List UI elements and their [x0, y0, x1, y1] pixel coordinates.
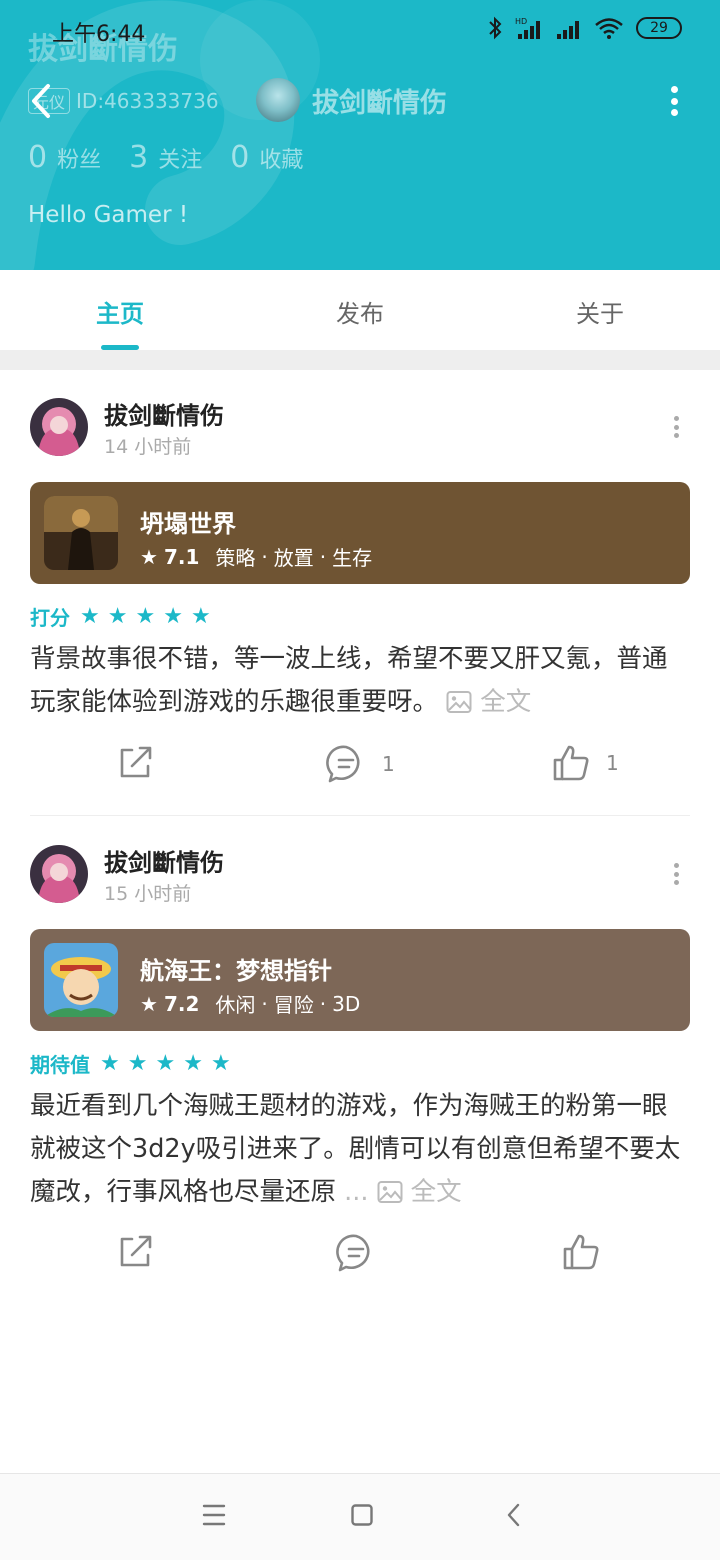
tab-publish[interactable]: 发布 — [240, 270, 480, 350]
star-icon: ★ — [183, 1050, 203, 1076]
star-icon: ★ — [100, 1050, 120, 1076]
game-tag: 冒险 — [273, 993, 314, 1017]
post-more-icon[interactable] — [672, 863, 680, 885]
like-button[interactable] — [562, 1233, 616, 1271]
stat-fans[interactable]: 0 粉丝 — [28, 140, 101, 175]
menu-icon[interactable] — [202, 1502, 226, 1528]
share-button[interactable] — [116, 1233, 154, 1271]
share-icon — [120, 1235, 152, 1267]
share-button[interactable] — [116, 744, 154, 782]
post-actions: 1 1 — [0, 744, 720, 794]
star-icon: ★ — [127, 1050, 148, 1076]
like-count: 1 — [606, 751, 619, 775]
post-card: 拔剑斷情伤 15 小时前 航海王：梦想指针 ★ 7.2 休闲 · 冒险 · 3D… — [0, 817, 720, 1297]
game-tag: 策略 — [215, 546, 256, 570]
post-time: 15 小时前 — [104, 883, 192, 905]
rating-label: 期待值 — [30, 1053, 90, 1077]
back-arrow-icon[interactable] — [26, 82, 58, 120]
stat-following[interactable]: 3 关注 — [129, 140, 202, 175]
post-username[interactable]: 拔剑斷情伤 — [104, 843, 224, 878]
image-icon — [446, 691, 472, 713]
id-text: ID:463333736 — [76, 89, 219, 113]
comment-count: 1 — [382, 752, 395, 776]
rating-label: 打分 — [30, 606, 70, 630]
game-name: 坍塌世界 — [140, 510, 236, 538]
header-user: 拔剑斷情伤 — [256, 78, 447, 122]
signal-hd-icon: HD — [515, 17, 540, 39]
bluetooth-icon — [489, 16, 502, 40]
post-content[interactable]: 背景故事很不错，等一波上线，希望不要又肝又氪，普通玩家能体验到游戏的乐趣很重要呀… — [30, 638, 690, 724]
game-meta: ★ 7.2 休闲 · 冒险 · 3D — [140, 989, 360, 1018]
game-icon — [44, 943, 118, 1017]
game-tag: 休闲 — [215, 993, 256, 1017]
full-text-link[interactable]: ... 全文 — [344, 1177, 462, 1207]
header-username: 拔剑斷情伤 — [312, 87, 447, 119]
star-icon: ★ — [140, 991, 158, 1016]
comment-icon — [336, 1234, 370, 1272]
more-options-icon[interactable] — [668, 86, 680, 116]
game-name: 航海王：梦想指针 — [140, 957, 332, 985]
system-nav-bar — [0, 1473, 720, 1560]
user-bio: Hello Gamer ! — [28, 202, 189, 228]
status-icons: HD 29 — [488, 16, 682, 40]
game-card[interactable]: 坍塌世界 ★ 7.1 策略 · 放置 · 生存 — [30, 482, 690, 584]
star-icon: ★ — [135, 603, 156, 629]
star-icon: ★ — [80, 603, 100, 629]
header-avatar — [256, 78, 300, 122]
star-icon: ★ — [210, 1050, 231, 1076]
post-card: 拔剑斷情伤 14 小时前 坍塌世界 ★ 7.1 策略 · 放置 · 生存 打分 … — [0, 370, 720, 816]
rating-row: 打分 ★ ★ ★ ★ ★ — [30, 602, 211, 631]
like-button[interactable]: 1 — [552, 744, 619, 782]
status-time: 上午6:44 — [52, 22, 146, 47]
profile-header: 拔剑斷情伤 上午6:44 HD 29 元仪 ID:463333736 拔剑斷情伤… — [0, 0, 720, 270]
post-content[interactable]: 最近看到几个海贼王题材的游戏，作为海贼王的粉第一眼就被这个3d2y吸引进来了。剧… — [30, 1085, 690, 1214]
post-username[interactable]: 拔剑斷情伤 — [104, 396, 224, 431]
wifi-icon — [595, 18, 623, 39]
star-icon: ★ — [140, 544, 158, 569]
user-avatar[interactable] — [30, 845, 88, 903]
game-tag: 生存 — [332, 546, 373, 570]
full-text-link[interactable]: 全文 — [446, 687, 531, 717]
tab-home[interactable]: 主页 — [0, 270, 240, 350]
user-avatar[interactable] — [30, 398, 88, 456]
game-tag: 3D — [332, 991, 361, 1016]
comment-icon — [326, 745, 360, 783]
star-icon: ★ — [107, 603, 128, 629]
post-time: 14 小时前 — [104, 436, 192, 458]
star-icon: ★ — [155, 1050, 176, 1076]
comment-button[interactable] — [336, 1233, 392, 1273]
post-text: 背景故事很不错，等一波上线，希望不要又肝又氪，普通玩家能体验到游戏的乐趣很重要呀… — [30, 644, 668, 717]
user-stats: 0 粉丝 3 关注 0 收藏 — [28, 140, 303, 175]
game-icon — [44, 496, 118, 570]
game-score: 7.2 — [163, 991, 200, 1016]
post-actions — [0, 1233, 720, 1283]
stat-favorites[interactable]: 0 收藏 — [230, 140, 303, 175]
thumbs-up-icon — [553, 745, 589, 781]
rating-row: 期待值 ★ ★ ★ ★ ★ — [30, 1049, 231, 1078]
post-more-icon[interactable] — [672, 416, 680, 438]
game-tag: 放置 — [273, 546, 314, 570]
thumbs-up-icon — [563, 1234, 599, 1270]
back-icon[interactable] — [502, 1502, 526, 1528]
svg-text:HD: HD — [515, 17, 527, 26]
signal-icon — [557, 21, 579, 39]
share-icon — [120, 746, 152, 778]
game-meta: ★ 7.1 策略 · 放置 · 生存 — [140, 542, 372, 571]
ellipsis: ... — [344, 1177, 369, 1207]
section-separator — [0, 350, 720, 370]
star-icon: ★ — [190, 603, 211, 629]
game-score: 7.1 — [163, 544, 200, 569]
game-card[interactable]: 航海王：梦想指针 ★ 7.2 休闲 · 冒险 · 3D — [30, 929, 690, 1031]
tab-bar: 主页 发布 关于 — [0, 270, 720, 350]
home-icon[interactable] — [350, 1502, 374, 1528]
star-icon: ★ — [163, 603, 183, 629]
image-icon — [377, 1181, 403, 1203]
battery-indicator: 29 — [636, 17, 682, 39]
comment-button[interactable]: 1 — [326, 744, 395, 784]
tab-about[interactable]: 关于 — [480, 270, 720, 350]
post-divider — [30, 815, 690, 816]
